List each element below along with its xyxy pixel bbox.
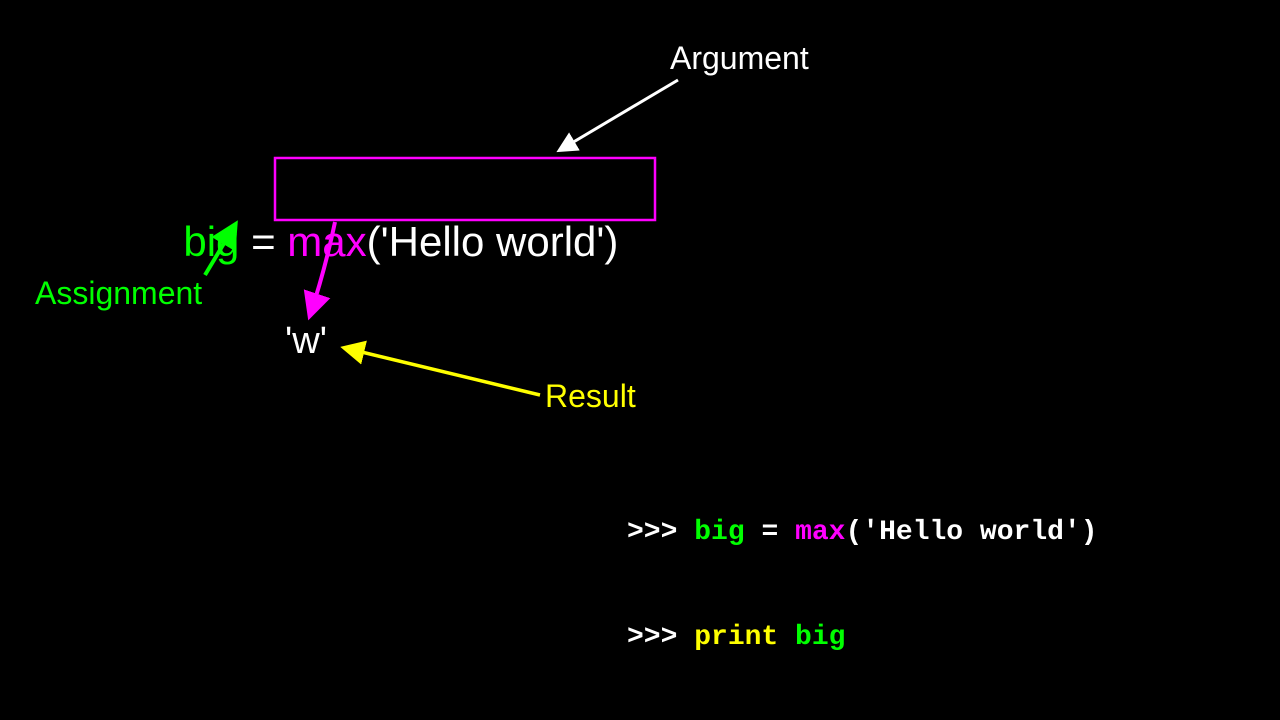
w-value: 'w' xyxy=(285,320,327,363)
main-expression: big = max('Hello world') xyxy=(160,170,618,266)
term-l2-kw: print xyxy=(694,622,795,653)
expr-func: max xyxy=(287,218,366,265)
argument-label: Argument xyxy=(670,40,809,77)
term-l1-arg: ('Hello world') xyxy=(845,517,1097,548)
term-l1-var: big xyxy=(694,517,744,548)
term-prompt-2: >>> xyxy=(627,622,694,653)
term-prompt: >>> xyxy=(627,517,694,548)
expr-var: big xyxy=(183,218,239,265)
term-l1-eq: = xyxy=(745,517,795,548)
result-label: Result xyxy=(545,378,636,415)
expr-call: ('Hello world') xyxy=(367,218,619,265)
term-line-1: >>> big = max('Hello world') xyxy=(627,515,1114,550)
result-arrow xyxy=(345,348,540,395)
term-l1-func: max xyxy=(795,517,845,548)
terminal-block: >>> big = max('Hello world') >>> print b… xyxy=(627,445,1114,720)
expr-eq: = xyxy=(239,218,287,265)
term-l2-var: big xyxy=(795,622,845,653)
argument-arrow xyxy=(560,80,678,150)
term-line-2: >>> print big xyxy=(627,620,1114,655)
assignment-label: Assignment xyxy=(35,275,202,312)
